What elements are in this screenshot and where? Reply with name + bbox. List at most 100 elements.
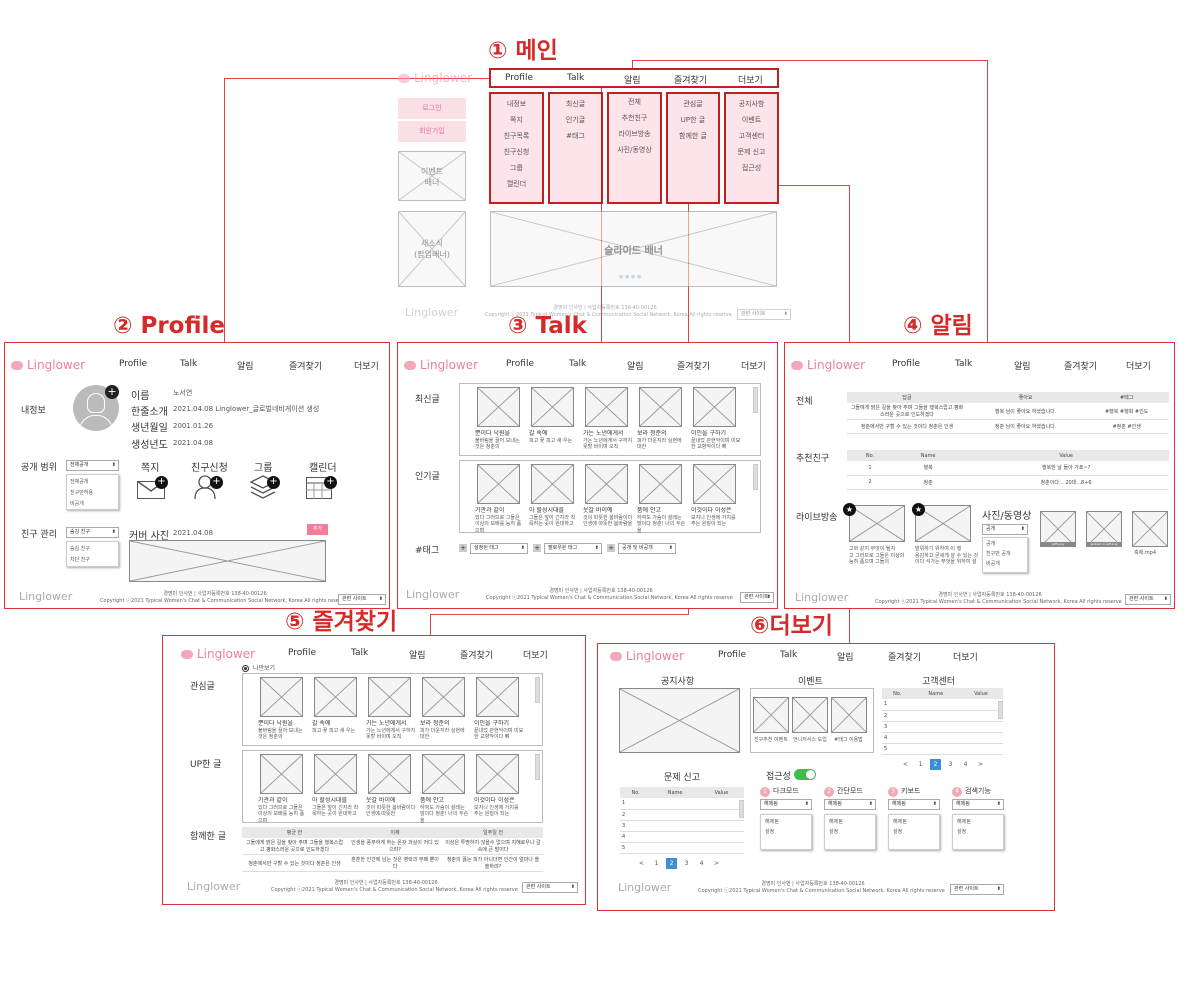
nav-fav[interactable]: 즐겨찾기 bbox=[677, 359, 710, 372]
popular-scrollbar[interactable] bbox=[753, 464, 758, 490]
page-link[interactable]: 2 bbox=[930, 759, 941, 770]
page-link[interactable]: 2 bbox=[666, 858, 677, 869]
post-thumb[interactable] bbox=[422, 677, 465, 717]
nav-profile[interactable]: Profile bbox=[892, 359, 920, 369]
main-related-select[interactable]: 관련 사이트 bbox=[737, 309, 791, 320]
table-row[interactable]: 청춘에서만 구할 수 있는 것이다 청춘은 인생 훈훈한 인간에 남는 것은 영락… bbox=[242, 854, 543, 872]
table-row[interactable]: 5 bbox=[620, 842, 744, 854]
post-thumb[interactable] bbox=[585, 464, 628, 504]
friend-manage-select[interactable]: 숨김 친구 bbox=[66, 527, 119, 538]
slide-dots[interactable]: ● ● ● ● bbox=[619, 274, 641, 280]
scope-option[interactable]: 친구만허용 bbox=[70, 490, 93, 497]
mode-select[interactable]: 해제됨 bbox=[952, 799, 1004, 810]
mode-option[interactable]: 설정 bbox=[765, 829, 774, 836]
nav-talk[interactable]: Talk bbox=[780, 650, 797, 660]
menu-item[interactable]: 공지사항 bbox=[726, 96, 777, 112]
photo-select[interactable]: 공개 bbox=[982, 524, 1028, 535]
menu-item[interactable]: #태그 bbox=[550, 128, 601, 144]
menu-item[interactable]: 이벤트 bbox=[726, 112, 777, 128]
table-row[interactable]: 5 bbox=[882, 743, 1003, 755]
report-table-scrollbar[interactable] bbox=[739, 800, 744, 818]
post-thumb[interactable] bbox=[260, 677, 303, 717]
talk-related-select[interactable]: 관련 사이트 bbox=[740, 592, 774, 603]
page-link[interactable]: 4 bbox=[960, 759, 971, 770]
nav-more[interactable]: 더보기 bbox=[523, 648, 548, 661]
mode-option[interactable]: 설정 bbox=[957, 829, 966, 836]
table-row[interactable]: 1 행복 행복한 날 돌아 가죠~? bbox=[847, 461, 1169, 476]
nav-talk[interactable]: Talk bbox=[955, 359, 972, 369]
page-link[interactable]: < bbox=[900, 759, 911, 770]
nav-fav[interactable]: 즐겨찾기 bbox=[1064, 359, 1097, 372]
nav-more[interactable]: 더보기 bbox=[741, 359, 766, 372]
tag-select[interactable]: 설정된 태그 bbox=[470, 543, 528, 554]
table-row[interactable]: 2 bbox=[620, 809, 744, 821]
cs-table-scrollbar[interactable] bbox=[998, 701, 1003, 719]
post-thumb[interactable] bbox=[693, 387, 736, 427]
nav-alarm[interactable]: 알림 bbox=[627, 359, 644, 372]
menu-item[interactable]: UP한 글 bbox=[668, 112, 718, 128]
only-me-radio[interactable] bbox=[242, 665, 249, 672]
event-thumb[interactable] bbox=[831, 697, 867, 733]
alarm-related-select[interactable]: 관련 사이트 bbox=[1125, 594, 1171, 605]
popup-banner[interactable]: 새소식 (팝업배너) bbox=[398, 211, 466, 287]
avatar-add-icon[interactable]: + bbox=[105, 385, 119, 399]
nav-alarm[interactable]: 알림 bbox=[1014, 359, 1031, 372]
menu-item[interactable]: 추천친구 bbox=[609, 110, 660, 126]
post-thumb[interactable] bbox=[693, 464, 736, 504]
nav-fav[interactable]: 즐겨찾기 bbox=[888, 650, 921, 663]
scope-select[interactable]: 전체공개 bbox=[66, 460, 119, 471]
menu-item[interactable]: 문제 신고 bbox=[726, 144, 777, 160]
post-thumb[interactable] bbox=[422, 754, 465, 794]
photo-option[interactable]: 공개 bbox=[986, 541, 995, 548]
page-link[interactable]: 1 bbox=[915, 759, 926, 770]
nav-profile[interactable]: Profile bbox=[288, 648, 316, 658]
page-link[interactable]: > bbox=[975, 759, 986, 770]
cover-photo[interactable] bbox=[129, 540, 326, 582]
mode-option[interactable]: 해제됨 bbox=[957, 819, 971, 826]
table-row[interactable]: 그들에게 밝은 길을 찾아 주며 그들을 행복스럽고 평화스러운 곳으로 인도하… bbox=[242, 838, 543, 855]
table-row[interactable]: 2 청춘 청춘이다... 20대...8+6 bbox=[847, 475, 1169, 490]
main-nav-alarm[interactable]: 알림 bbox=[624, 73, 641, 86]
nav-profile[interactable]: Profile bbox=[119, 359, 147, 369]
photo-option[interactable]: 비공개 bbox=[986, 561, 1000, 568]
fav-related-select[interactable]: 관련 사이트 bbox=[522, 882, 578, 893]
nav-more[interactable]: 더보기 bbox=[953, 650, 978, 663]
mode-select[interactable]: 해제됨 bbox=[888, 799, 940, 810]
nav-talk[interactable]: Talk bbox=[351, 648, 368, 658]
alarm-logo[interactable]: Linglower bbox=[791, 358, 865, 372]
plus-icon[interactable]: + bbox=[324, 476, 337, 489]
add-tag-icon[interactable]: + bbox=[607, 544, 615, 552]
table-row[interactable]: 4 bbox=[620, 831, 744, 843]
post-thumb[interactable] bbox=[531, 464, 574, 504]
nav-more[interactable]: 더보기 bbox=[1126, 359, 1151, 372]
post-thumb[interactable] bbox=[476, 677, 519, 717]
table-row[interactable]: 1 bbox=[620, 798, 744, 810]
post-thumb[interactable] bbox=[314, 754, 357, 794]
nav-fav[interactable]: 즐겨찾기 bbox=[460, 648, 493, 661]
nav-fav[interactable]: 즐겨찾기 bbox=[289, 359, 322, 372]
talk-logo[interactable]: Linglower bbox=[404, 358, 478, 372]
post-thumb[interactable] bbox=[260, 754, 303, 794]
page-link[interactable]: 1 bbox=[651, 858, 662, 869]
event-thumb[interactable] bbox=[753, 697, 789, 733]
nav-profile[interactable]: Profile bbox=[506, 359, 534, 369]
mode-option[interactable]: 해제됨 bbox=[829, 819, 843, 826]
nav-alarm[interactable]: 알림 bbox=[837, 650, 854, 663]
menu-item[interactable]: 친구신청 bbox=[491, 144, 542, 160]
live-thumb[interactable] bbox=[849, 505, 905, 542]
nav-alarm[interactable]: 알림 bbox=[237, 359, 254, 372]
file-thumb[interactable]: Jackie2 in Jeff.png bbox=[1086, 511, 1122, 547]
table-row[interactable]: 3 bbox=[882, 721, 1003, 733]
profile-logo[interactable]: Linglower bbox=[11, 358, 85, 372]
mode-option[interactable]: 설정 bbox=[893, 829, 902, 836]
access-toggle[interactable] bbox=[794, 769, 816, 780]
post-thumb[interactable] bbox=[477, 464, 520, 504]
post-thumb[interactable] bbox=[585, 387, 628, 427]
main-logo[interactable]: Linglower bbox=[398, 71, 472, 85]
interest-scrollbar[interactable] bbox=[535, 677, 540, 703]
file-thumb[interactable] bbox=[1132, 511, 1168, 547]
more-logo[interactable]: Linglower bbox=[610, 649, 684, 663]
post-thumb[interactable] bbox=[314, 677, 357, 717]
post-thumb[interactable] bbox=[639, 464, 682, 504]
post-thumb[interactable] bbox=[476, 754, 519, 794]
